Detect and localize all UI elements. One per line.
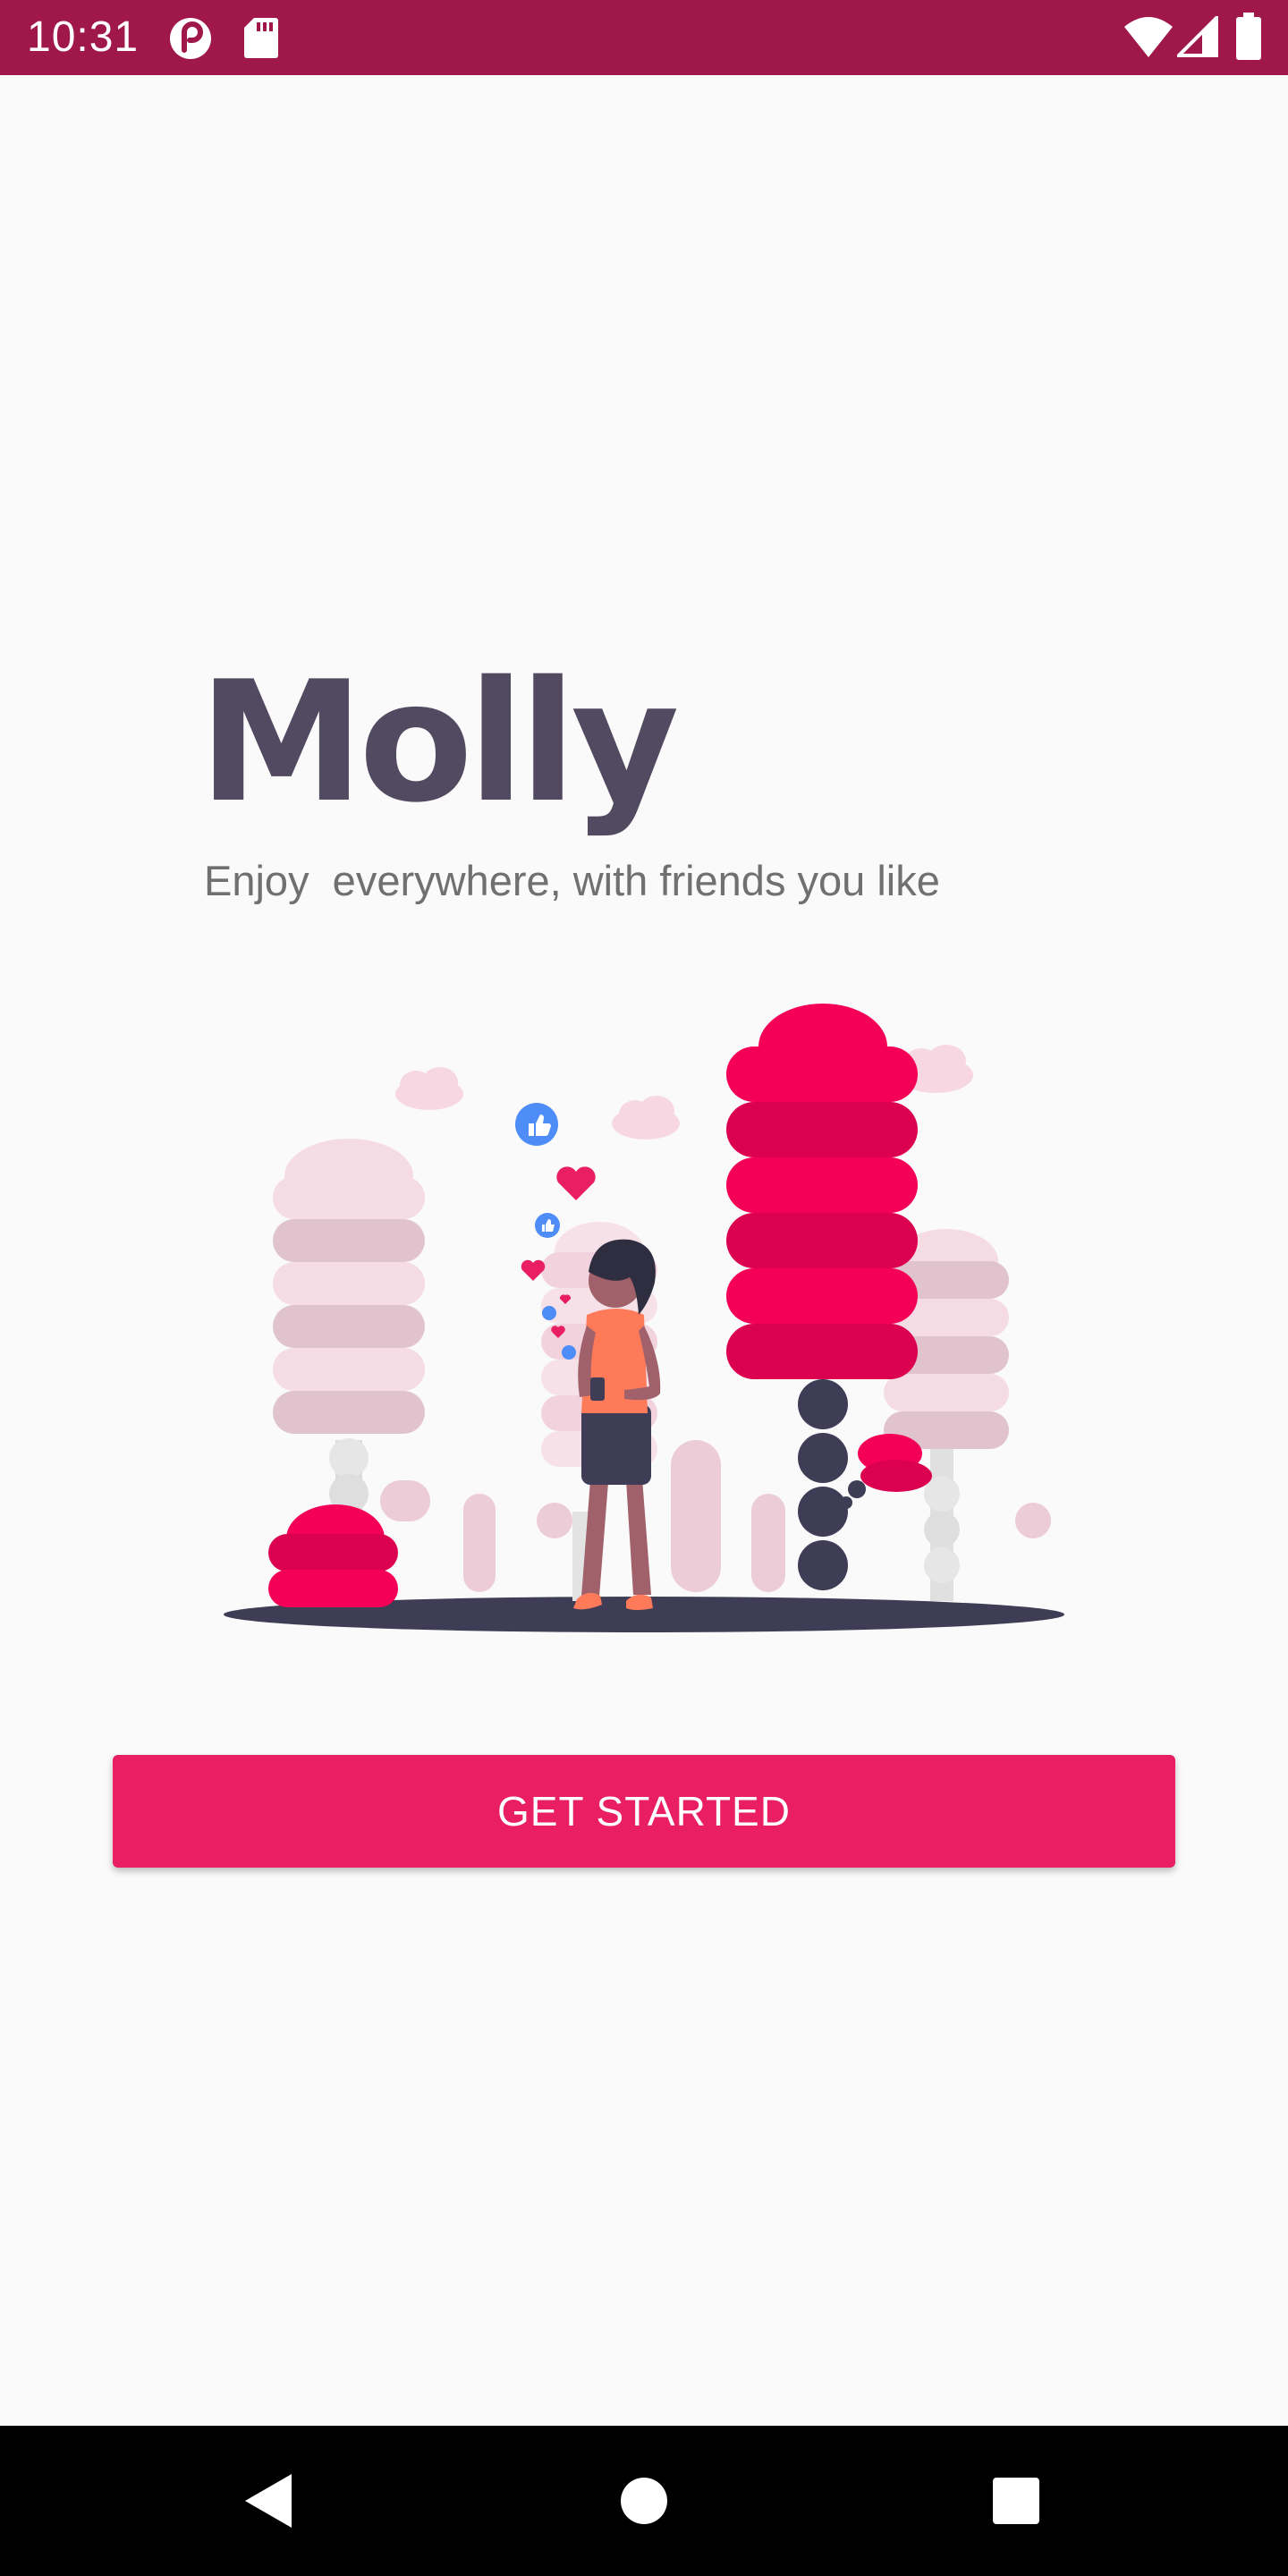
- cloud: [395, 1067, 463, 1110]
- cloud: [612, 1096, 680, 1140]
- thumbs-up-icon: [562, 1345, 576, 1360]
- status-time: 10:31: [27, 13, 140, 61]
- heart-icon: [556, 1166, 596, 1200]
- thumbs-up-icon: [542, 1306, 556, 1320]
- battery-icon: [1236, 13, 1261, 60]
- sd-card-icon: [244, 18, 278, 58]
- cell-signal-icon: [1177, 16, 1218, 57]
- welcome-screen: 10:31 Molly Enjoy everywhere, with frien…: [0, 0, 1288, 2576]
- heart-icon: [521, 1259, 546, 1281]
- tagline: Enjoy everywhere, with friends you like: [204, 857, 940, 904]
- red-bush: [268, 1504, 398, 1607]
- thumbs-up-icon: [535, 1213, 560, 1238]
- recents-icon[interactable]: [980, 2465, 1052, 2537]
- status-bar: 10:31: [0, 0, 1288, 75]
- back-icon[interactable]: [233, 2465, 304, 2537]
- app-title: Molly: [199, 645, 680, 839]
- wifi-icon: [1124, 17, 1173, 57]
- social-likes-illustration: [224, 1004, 1064, 1632]
- get-started-button[interactable]: GET STARTED: [113, 1755, 1175, 1868]
- pocket-casts-icon: [170, 18, 211, 59]
- navigation-bar: [0, 2426, 1288, 2576]
- thumbs-up-icon: [515, 1103, 558, 1146]
- home-icon[interactable]: [608, 2465, 680, 2537]
